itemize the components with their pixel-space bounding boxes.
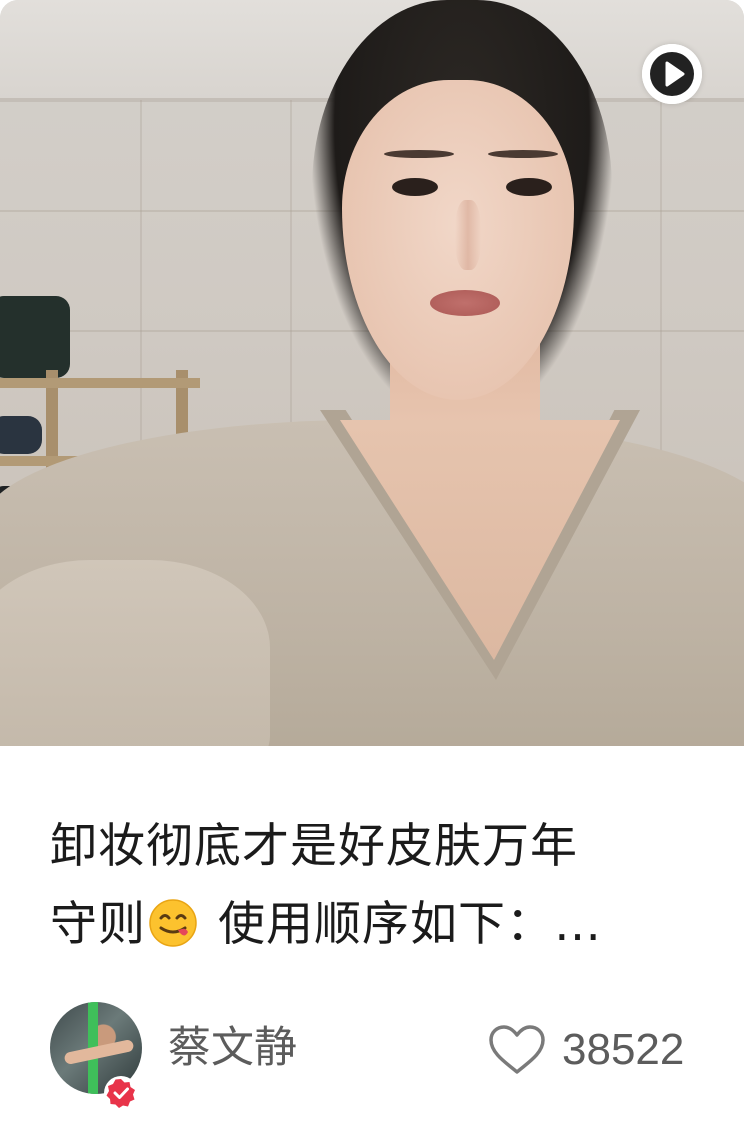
post-title-line: 卸妆彻底才是好皮肤万年 [50, 819, 578, 874]
post-title[interactable]: 卸妆彻底才是好皮肤万年 守则 使用顺序如下：… [50, 808, 700, 964]
yum-face-emoji [149, 899, 197, 947]
like-count: 38522 [562, 1025, 685, 1074]
post-title-text: 使用顺序如下：… [202, 897, 602, 952]
heart-outline-icon[interactable] [488, 1024, 546, 1076]
post-title-text: 守则 [50, 897, 146, 952]
note-card[interactable]: 卸妆彻底才是好皮肤万年 守则 使用顺序如下：… 蔡文静 38522 [0, 0, 744, 1146]
post-title-line: 守则 使用顺序如下：… [50, 886, 700, 964]
author-name[interactable]: 蔡文静 [168, 1022, 297, 1074]
cover-image[interactable] [0, 0, 744, 746]
person-eye [392, 178, 438, 196]
person-eyebrow [488, 150, 558, 158]
verified-check-icon [104, 1076, 138, 1110]
person-nose [455, 200, 481, 270]
person-eye [506, 178, 552, 196]
person-lips [430, 290, 500, 316]
person-eyebrow [384, 150, 454, 158]
person-arm [0, 560, 270, 746]
play-icon[interactable] [642, 44, 702, 104]
